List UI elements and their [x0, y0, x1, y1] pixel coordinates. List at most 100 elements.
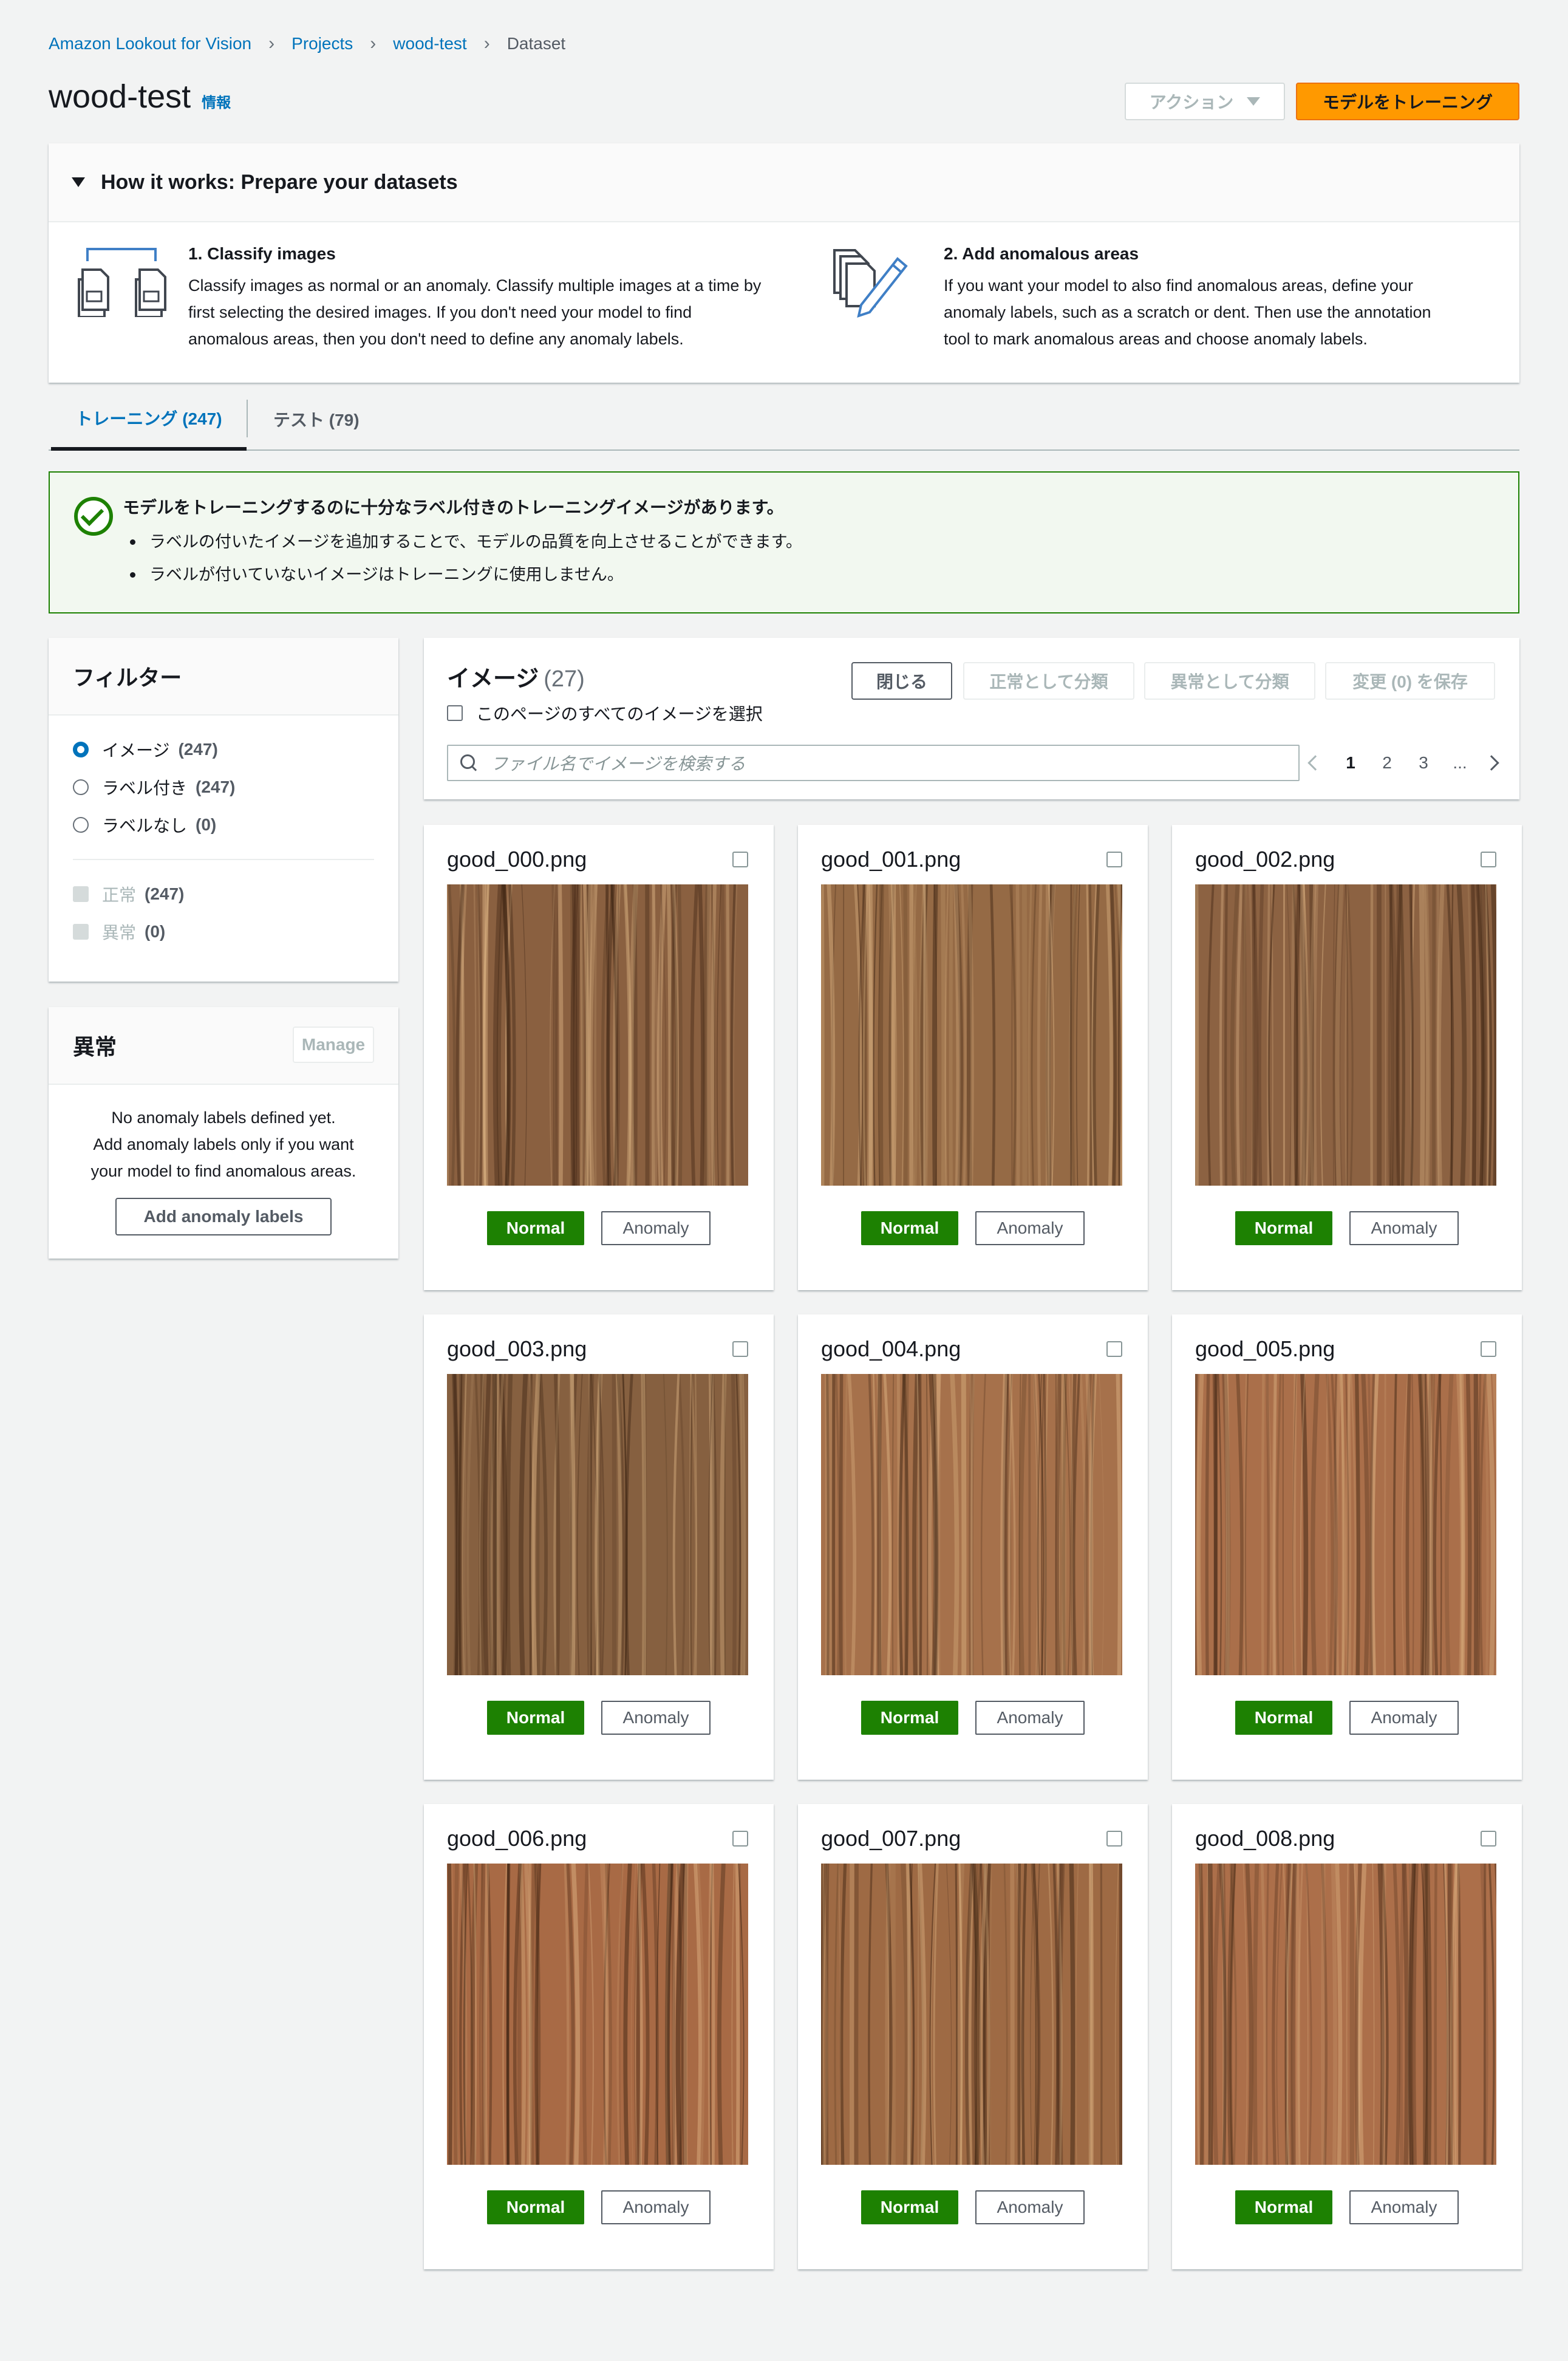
anomaly-button[interactable]: Anomaly [601, 1211, 711, 1245]
empty-line: Add anomaly labels only if you want [93, 1135, 354, 1153]
image-card[interactable]: good_007.png Normal Anomaly [798, 1804, 1148, 2269]
normal-button[interactable]: Normal [1235, 1701, 1332, 1735]
image-select-checkbox[interactable] [1481, 1831, 1496, 1847]
wood-texture-thumbnail[interactable] [447, 1374, 748, 1675]
image-filename: good_001.png [821, 847, 961, 872]
anomaly-button[interactable]: Anomaly [1349, 1211, 1459, 1245]
radio-icon[interactable] [73, 779, 89, 795]
wood-texture-thumbnail[interactable] [1195, 1864, 1496, 2165]
step2-line: tool to mark anomalous areas and choose … [944, 330, 1368, 348]
wood-texture-thumbnail[interactable] [821, 1864, 1122, 2165]
step1-line: Classify images as normal or an anomaly.… [188, 276, 762, 295]
filter-radio-unlabeled[interactable]: ラベルなし (0) [73, 813, 216, 837]
classify-anomaly-button[interactable]: 異常として分類 [1144, 662, 1315, 700]
image-card[interactable]: good_005.png Normal Anomaly [1172, 1314, 1522, 1780]
wood-texture-thumbnail[interactable] [447, 1864, 748, 2165]
next-page-button[interactable] [1478, 755, 1505, 771]
actions-dropdown[interactable]: アクション [1125, 83, 1285, 120]
image-card[interactable]: good_003.png Normal Anomaly [424, 1314, 774, 1780]
filter-check-anomaly: 異常 (0) [73, 920, 165, 944]
wood-texture-thumbnail[interactable] [1195, 1374, 1496, 1675]
image-select-checkbox[interactable] [1106, 1341, 1122, 1357]
step2-line: anomaly labels, such as a scratch or den… [944, 303, 1431, 321]
page-title: wood-test [49, 78, 191, 115]
anomaly-button[interactable]: Anomaly [601, 1701, 711, 1735]
add-anomaly-labels-button[interactable]: Add anomaly labels [115, 1198, 332, 1235]
classify-normal-button[interactable]: 正常として分類 [963, 662, 1134, 700]
alert-item: ラベルが付いていないイメージはトレーニングに使用しません。 [130, 561, 802, 594]
tab-training[interactable]: トレーニング (247) [51, 389, 247, 451]
image-card[interactable]: good_000.png Normal Anomaly [424, 825, 774, 1290]
select-all-row[interactable]: このページのすべてのイメージを選択 [447, 701, 763, 725]
anomaly-labels-panel: 異常 Manage No anomaly labels defined yet.… [49, 1007, 398, 1259]
page-2[interactable]: 2 [1369, 753, 1405, 773]
normal-button[interactable]: Normal [1235, 1211, 1332, 1245]
how-it-works-panel: How it works: Prepare your datasets 1. C… [49, 143, 1519, 383]
wood-texture-thumbnail[interactable] [821, 1374, 1122, 1675]
normal-button[interactable]: Normal [487, 1211, 584, 1245]
image-card[interactable]: good_004.png Normal Anomaly [798, 1314, 1148, 1780]
chevron-left-icon [1307, 755, 1323, 771]
manage-button[interactable]: Manage [293, 1027, 374, 1063]
image-select-checkbox[interactable] [1106, 852, 1122, 867]
image-card[interactable]: good_006.png Normal Anomaly [424, 1804, 774, 2269]
image-select-checkbox[interactable] [1106, 1831, 1122, 1847]
wood-texture-thumbnail[interactable] [821, 884, 1122, 1186]
normal-button[interactable]: Normal [861, 1701, 958, 1735]
caret-down-icon [72, 177, 85, 187]
image-select-checkbox[interactable] [1481, 852, 1496, 867]
image-card[interactable]: good_002.png Normal Anomaly [1172, 825, 1522, 1290]
info-link[interactable]: 情報 [202, 91, 231, 112]
anomaly-button[interactable]: Anomaly [975, 2190, 1085, 2224]
wood-texture-thumbnail[interactable] [447, 884, 748, 1186]
step2-line: If you want your model to also find anom… [944, 276, 1413, 295]
normal-button[interactable]: Normal [1235, 2190, 1332, 2224]
alert-title: モデルをトレーニングするのに十分なラベル付きのトレーニングイメージがあります。 [123, 498, 784, 517]
normal-button[interactable]: Normal [861, 2190, 958, 2224]
page-3[interactable]: 3 [1405, 753, 1442, 773]
anomaly-button[interactable]: Anomaly [1349, 1701, 1459, 1735]
image-select-checkbox[interactable] [732, 852, 748, 867]
images-title-text: イメージ [447, 666, 539, 692]
anomaly-button[interactable]: Anomaly [975, 1701, 1085, 1735]
empty-line: your model to find anomalous areas. [90, 1162, 356, 1180]
breadcrumb: Amazon Lookout for Vision › Projects › w… [49, 32, 565, 56]
image-card[interactable]: good_001.png Normal Anomaly [798, 825, 1148, 1290]
radio-count: (247) [178, 740, 218, 759]
wood-texture-thumbnail[interactable] [1195, 884, 1496, 1186]
close-button[interactable]: 閉じる [851, 662, 952, 700]
breadcrumb-projects[interactable]: Projects [291, 34, 353, 53]
select-all-checkbox[interactable] [447, 705, 463, 721]
page-1[interactable]: 1 [1332, 753, 1369, 773]
checkbox-count: (0) [145, 922, 166, 941]
radio-icon[interactable] [73, 817, 89, 833]
select-all-label: このページのすべてのイメージを選択 [476, 705, 763, 723]
anomaly-button[interactable]: Anomaly [601, 2190, 711, 2224]
save-changes-button[interactable]: 変更 (0) を保存 [1325, 662, 1495, 700]
search-input[interactable]: ファイル名でイメージを検索する [447, 745, 1300, 781]
image-select-checkbox[interactable] [732, 1341, 748, 1357]
image-select-checkbox[interactable] [732, 1831, 748, 1847]
normal-button[interactable]: Normal [861, 1211, 958, 1245]
tab-test[interactable]: テスト (79) [273, 389, 360, 449]
images-count: (27) [544, 666, 585, 692]
prev-page-button[interactable] [1298, 755, 1332, 771]
train-model-button[interactable]: モデルをトレーニング [1296, 83, 1519, 120]
filter-radio-images[interactable]: イメージ (247) [73, 737, 218, 762]
search-placeholder: ファイル名でイメージを検索する [491, 754, 746, 773]
anomaly-button[interactable]: Anomaly [975, 1211, 1085, 1245]
normal-button[interactable]: Normal [487, 2190, 584, 2224]
radio-selected-icon[interactable] [73, 742, 89, 757]
breadcrumb-lookout[interactable]: Amazon Lookout for Vision [49, 34, 251, 53]
breadcrumb-project[interactable]: wood-test [393, 34, 466, 53]
radio-label: ラベルなし [102, 816, 188, 835]
how-it-works-header[interactable]: How it works: Prepare your datasets [49, 143, 1519, 222]
image-card[interactable]: good_008.png Normal Anomaly [1172, 1804, 1522, 2269]
normal-button[interactable]: Normal [487, 1701, 584, 1735]
image-select-checkbox[interactable] [1481, 1341, 1496, 1357]
step1-title: 1. Classify images [188, 244, 336, 263]
anomaly-button[interactable]: Anomaly [1349, 2190, 1459, 2224]
chevron-right-icon: › [268, 33, 275, 53]
filter-check-normal: 正常 (247) [73, 882, 184, 906]
filter-radio-labeled[interactable]: ラベル付き (247) [73, 775, 235, 799]
